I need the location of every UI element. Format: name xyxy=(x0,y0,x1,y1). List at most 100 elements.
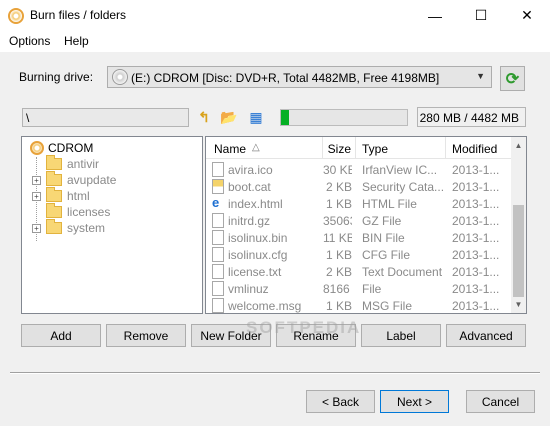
tree-item[interactable]: + avupdate xyxy=(32,171,117,188)
table-row[interactable]: isolinux.bin 11 KB BIN File 2013-1... xyxy=(206,229,511,246)
file-icon xyxy=(212,281,224,296)
scroll-up-icon[interactable]: ▲ xyxy=(511,137,526,154)
cell-modified: 2013-1... xyxy=(452,231,500,245)
cell-name: avira.ico xyxy=(228,163,273,177)
html-file-icon: e xyxy=(212,196,224,211)
refresh-drives-button[interactable]: ⟳ xyxy=(500,66,525,91)
menu-bar: Options Help xyxy=(0,31,550,52)
add-button[interactable]: Add xyxy=(21,324,101,347)
cell-type: MSG File xyxy=(362,299,413,313)
table-row[interactable]: isolinux.cfg 1 KB CFG File 2013-1... xyxy=(206,246,511,263)
cell-modified: 2013-1... xyxy=(452,163,500,177)
cell-size: 11 KB xyxy=(323,231,352,245)
expand-plus-icon[interactable]: + xyxy=(32,223,41,233)
label-button[interactable]: Label xyxy=(361,324,441,347)
sort-ascending-icon: △ xyxy=(252,142,260,153)
tree-item-label: licenses xyxy=(67,205,111,219)
maximize-button[interactable]: ☐ xyxy=(458,0,504,31)
tree-item-label: html xyxy=(67,189,90,203)
cell-size: 2 KB xyxy=(325,180,352,194)
cell-name: welcome.msg xyxy=(228,299,302,313)
cell-type: Text Document xyxy=(362,265,443,279)
disc-capacity-text: 280 MB / 4482 MB xyxy=(417,107,526,127)
tree-root-cdrom[interactable]: CDROM xyxy=(30,141,93,155)
scroll-thumb[interactable] xyxy=(513,205,524,297)
tree-item[interactable]: + system xyxy=(32,219,105,236)
burning-drive-select[interactable]: (E:) CDROM [Disc: DVD+R, Total 4482MB, F… xyxy=(107,66,492,88)
open-folder-icon[interactable]: 📂 xyxy=(219,107,239,127)
advanced-button[interactable]: Advanced xyxy=(446,324,526,347)
refresh-icon: ⟳ xyxy=(505,70,520,88)
view-mode-icon[interactable]: ▦ xyxy=(246,107,266,127)
tree-item-label: avupdate xyxy=(67,173,117,187)
column-name[interactable]: Name △ xyxy=(206,137,323,159)
file-icon xyxy=(212,264,224,279)
tree-item[interactable]: licenses xyxy=(32,203,111,220)
cdrom-icon xyxy=(30,141,44,155)
folder-icon xyxy=(46,219,62,234)
file-icon xyxy=(212,162,224,177)
table-row[interactable]: avira.ico 30 KB IrfanView IC... 2013-1... xyxy=(206,161,511,178)
softpedia-watermark: SOFTPEDIA xyxy=(246,318,362,337)
disc-capacity-fill xyxy=(281,110,289,125)
scroll-down-icon[interactable]: ▼ xyxy=(511,296,526,313)
folder-icon xyxy=(46,171,62,186)
back-button[interactable]: < Back xyxy=(306,390,375,413)
table-row[interactable]: e index.html 1 KB HTML File 2013-1... xyxy=(206,195,511,212)
up-folder-icon[interactable]: ↰ xyxy=(194,107,214,127)
table-row[interactable]: vmlinuz 8166 KB File 2013-1... xyxy=(206,280,511,297)
file-list[interactable]: Name △ Size Type Modified avira.ico 30 KB… xyxy=(205,136,527,314)
cell-type: BIN File xyxy=(362,231,405,245)
cell-modified: 2013-1... xyxy=(452,248,500,262)
file-icon xyxy=(212,298,224,313)
cell-modified: 2013-1... xyxy=(452,265,500,279)
file-list-scrollbar[interactable]: ▲ ▼ xyxy=(511,137,526,313)
tree-item[interactable]: antivir xyxy=(32,155,100,172)
cell-modified: 2013-1... xyxy=(452,214,500,228)
expand-plus-icon[interactable]: + xyxy=(32,191,41,201)
cell-size: 30 KB xyxy=(323,163,352,177)
table-row[interactable]: welcome.msg 1 KB MSG File 2013-1... xyxy=(206,297,511,313)
burning-drive-label: Burning drive: xyxy=(19,70,94,84)
folder-icon xyxy=(46,187,62,202)
cell-size: 35063 KB xyxy=(323,214,352,228)
cell-type: HTML File xyxy=(362,197,417,211)
minimize-button[interactable]: — xyxy=(412,0,458,31)
menu-help[interactable]: Help xyxy=(64,34,89,48)
expand-plus-icon[interactable]: + xyxy=(32,175,41,185)
chevron-down-icon: ▼ xyxy=(476,71,485,81)
column-size[interactable]: Size xyxy=(323,137,356,159)
cell-modified: 2013-1... xyxy=(452,197,500,211)
cell-modified: 2013-1... xyxy=(452,282,500,296)
menu-options[interactable]: Options xyxy=(9,34,50,48)
cell-name: index.html xyxy=(228,197,283,211)
table-row[interactable]: initrd.gz 35063 KB GZ File 2013-1... xyxy=(206,212,511,229)
folder-icon xyxy=(46,203,62,218)
cell-type: CFG File xyxy=(362,248,410,262)
column-modified[interactable]: Modified xyxy=(446,137,511,159)
cell-name: license.txt xyxy=(228,265,282,279)
burning-drive-value: (E:) CDROM [Disc: DVD+R, Total 4482MB, F… xyxy=(131,71,440,85)
current-path-field[interactable]: \ xyxy=(22,108,189,127)
close-button[interactable]: ✕ xyxy=(504,0,550,31)
cell-size: 1 KB xyxy=(325,248,352,262)
cell-name: boot.cat xyxy=(228,180,271,194)
file-icon xyxy=(212,213,224,228)
remove-button[interactable]: Remove xyxy=(106,324,186,347)
column-type[interactable]: Type xyxy=(356,137,446,159)
cell-modified: 2013-1... xyxy=(452,299,500,313)
cell-modified: 2013-1... xyxy=(452,180,500,194)
cell-type: File xyxy=(362,282,382,296)
tree-item[interactable]: + html xyxy=(32,187,90,204)
cell-size: 1 KB xyxy=(325,299,352,313)
folder-tree[interactable]: CDROM antivir + avupdate + html licenses… xyxy=(21,136,203,314)
table-row[interactable]: license.txt 2 KB Text Document 2013-1... xyxy=(206,263,511,280)
cell-size: 2 KB xyxy=(325,265,352,279)
next-button[interactable]: Next > xyxy=(380,390,449,413)
cancel-button[interactable]: Cancel xyxy=(466,390,535,413)
table-row[interactable]: boot.cat 2 KB Security Cata... 2013-1... xyxy=(206,178,511,195)
tree-item-label: antivir xyxy=(67,157,100,171)
cell-name: isolinux.bin xyxy=(228,231,288,245)
file-icon xyxy=(212,230,224,245)
disc-icon xyxy=(112,69,128,85)
